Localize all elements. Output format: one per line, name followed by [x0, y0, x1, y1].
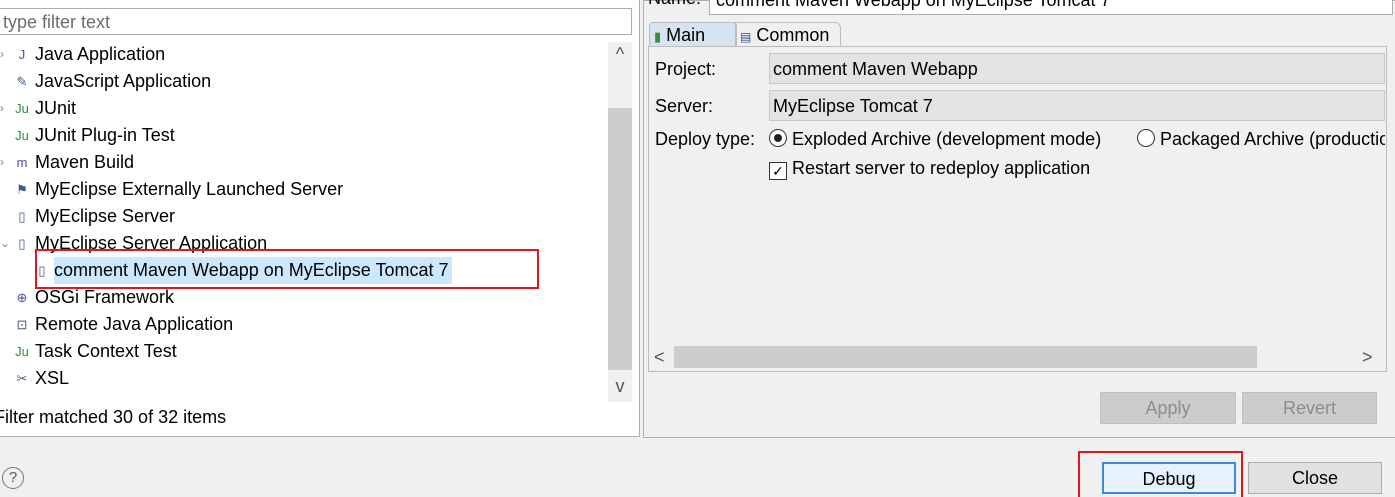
deploy-type-label: Deploy type: [655, 129, 756, 149]
main-tab-icon: ▮ [654, 29, 662, 44]
name-label: Name: [648, 0, 701, 9]
scroll-left-icon[interactable]: < [654, 347, 665, 368]
common-tab-icon: ▤ [740, 30, 752, 44]
tree-item-label: Task Context Test [35, 341, 177, 361]
launch-config-tree: › J Java Application ✎ JavaScript Applicatio… [0, 41, 608, 403]
checkbox-checked-icon: ✓ [769, 162, 787, 180]
javascript-icon: ✎ [16, 74, 28, 89]
tree-item-label: Remote Java Application [35, 314, 234, 334]
tab-main-label: Main [666, 25, 706, 45]
expand-icon[interactable]: › [0, 149, 10, 176]
junit-plugin-icon: Ju [15, 128, 29, 143]
radio-packaged[interactable]: Packaged Archive (production mode) [1137, 129, 1385, 150]
expanded-icon[interactable]: ⌄ [0, 230, 10, 257]
xsl-icon: ✂ [16, 371, 28, 386]
remote-java-icon: ⊡ [16, 317, 28, 332]
external-server-icon: ⚑ [16, 182, 28, 197]
restart-label: Restart server to redeploy application [792, 158, 1091, 178]
help-icon[interactable]: ? [2, 467, 24, 489]
radio-exploded[interactable]: Exploded Archive (development mode) [769, 129, 1101, 150]
name-input[interactable]: comment Maven Webapp on MyEclipse Tomcat… [709, 0, 1393, 15]
scroll-right-icon[interactable]: > [1362, 347, 1373, 368]
tree-item-label: Maven Build [35, 152, 135, 172]
scroll-down-icon[interactable]: v [608, 376, 632, 397]
tree-item-label: MyEclipse Server [35, 206, 176, 226]
project-field[interactable]: comment Maven Webapp [769, 53, 1385, 84]
expand-icon[interactable]: › [0, 95, 10, 122]
scrollbar-thumb[interactable] [608, 108, 632, 370]
restart-checkbox[interactable]: ✓ Restart server to redeploy application [769, 158, 1090, 180]
radio-exploded-label: Exploded Archive (development mode) [792, 129, 1102, 149]
hscroll-thumb[interactable] [674, 346, 1257, 368]
tree-item-label: JUnit Plug-in Test [35, 125, 175, 145]
highlight-box-debug [1078, 451, 1243, 497]
tree-item-label: JavaScript Application [35, 71, 212, 91]
scroll-up-icon[interactable]: ^ [608, 44, 632, 65]
server-field[interactable]: MyEclipse Tomcat 7 [769, 90, 1385, 121]
tab-main[interactable]: ▮ Main [649, 22, 737, 47]
radio-unchecked-icon [1137, 129, 1155, 147]
tree-item-label: JUnit [35, 98, 77, 118]
filter-input[interactable]: type filter text [0, 8, 632, 35]
task-context-icon: Ju [15, 344, 29, 359]
tree-item-label: Java Application [35, 44, 166, 64]
server-icon: ▯ [18, 209, 26, 224]
revert-button[interactable]: Revert [1242, 392, 1377, 424]
project-label: Project: [655, 59, 717, 79]
apply-button[interactable]: Apply [1100, 392, 1236, 424]
osgi-icon: ⊕ [16, 290, 28, 305]
tree-item-label: XSL [35, 368, 70, 388]
radio-packaged-label: Packaged Archive (production mode) [1160, 129, 1385, 149]
maven-icon: m [16, 155, 28, 170]
java-app-icon: J [18, 47, 26, 62]
expand-icon[interactable]: › [0, 41, 10, 68]
tab-common-label: Common [756, 25, 830, 45]
junit-icon: Ju [15, 101, 29, 116]
server-app-icon: ▯ [18, 236, 26, 251]
tree-item-label: MyEclipse Externally Launched Server [35, 179, 344, 199]
radio-checked-icon [769, 129, 787, 147]
tab-common[interactable]: ▤ Common [735, 22, 841, 47]
highlight-box-config [35, 249, 539, 289]
close-button[interactable]: Close [1248, 462, 1382, 494]
server-label: Server: [655, 96, 714, 116]
filter-status: Filter matched 30 of 32 items [0, 407, 227, 427]
